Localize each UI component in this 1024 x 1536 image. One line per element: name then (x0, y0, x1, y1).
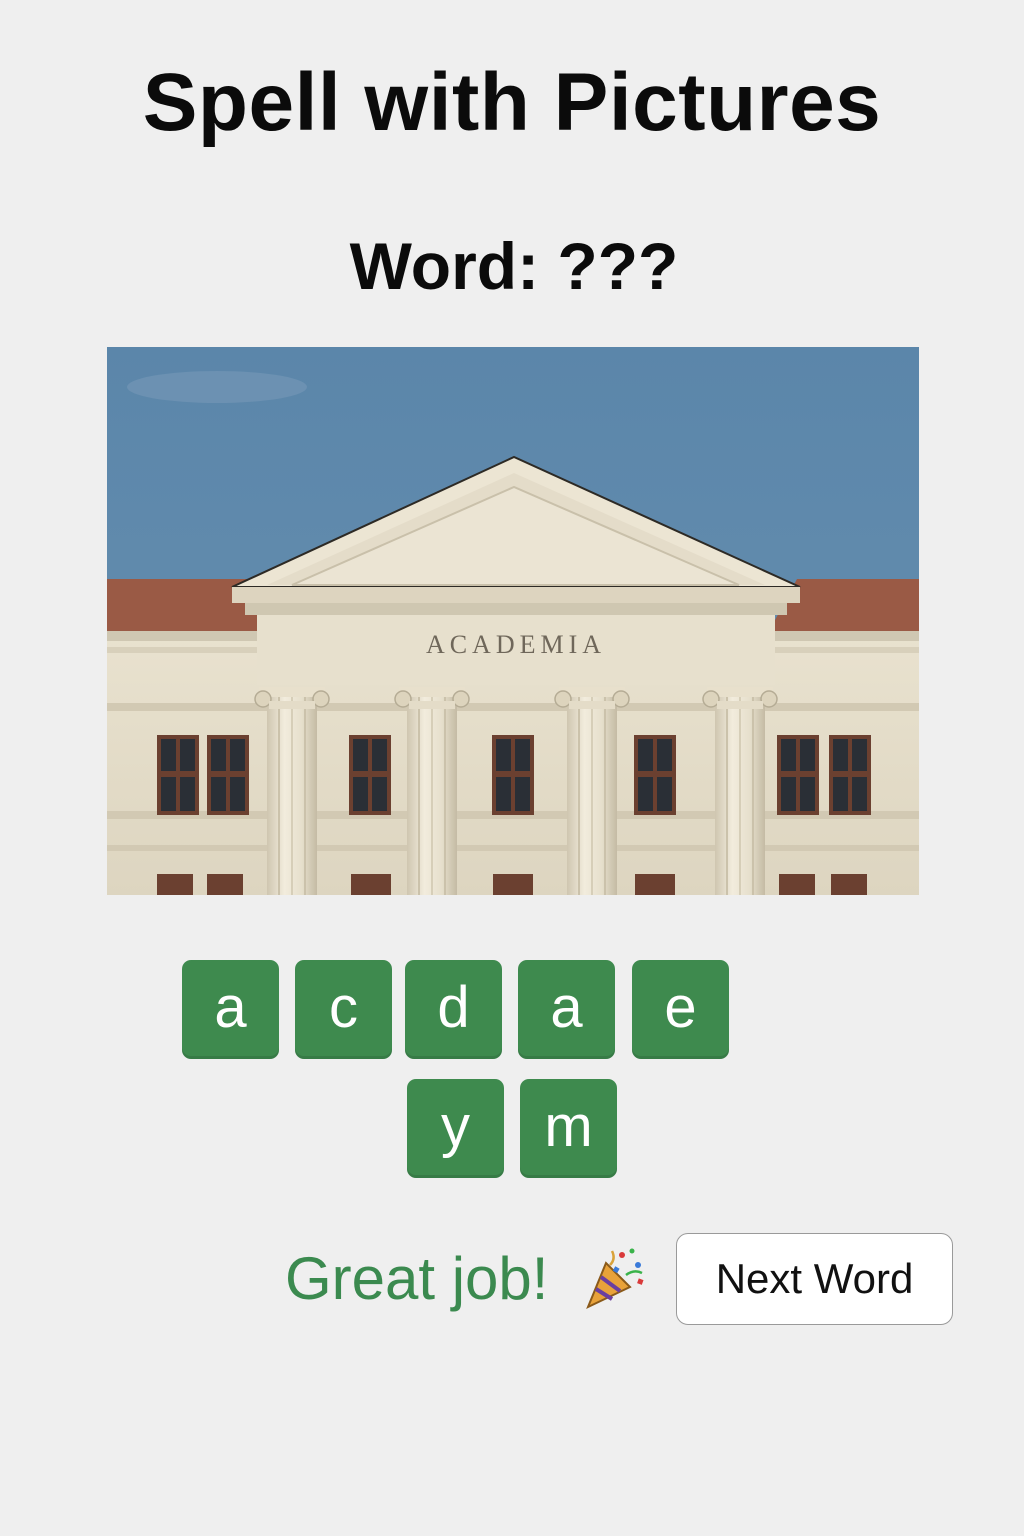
game-screen: Spell with Pictures Word: ??? ACADEMIA a… (0, 0, 1024, 1536)
letter-tile[interactable]: y (407, 1079, 504, 1178)
letter-tile[interactable]: e (632, 960, 729, 1059)
party-popper-icon (586, 1248, 644, 1310)
app-title: Spell with Pictures (142, 57, 882, 148)
letter-tile[interactable]: a (182, 960, 279, 1059)
letter-tile-label: y (441, 1094, 470, 1159)
letter-tile-label: d (437, 975, 470, 1040)
letter-tile[interactable]: m (520, 1079, 617, 1178)
letter-tile-label: a (550, 975, 583, 1040)
letter-tile-label: e (664, 975, 697, 1040)
next-word-button[interactable]: Next Word (676, 1233, 953, 1325)
letter-tile[interactable]: a (518, 960, 615, 1059)
letter-tile[interactable]: c (295, 960, 392, 1059)
letter-tile-label: a (214, 975, 247, 1040)
letter-tile[interactable]: d (405, 960, 502, 1059)
success-message: Great job! (285, 1245, 549, 1312)
letter-tile-label: c (329, 975, 358, 1040)
word-prompt: Word: ??? (349, 229, 679, 303)
puzzle-picture: ACADEMIA (107, 347, 919, 895)
svg-text:ACADEMIA: ACADEMIA (426, 630, 606, 659)
letter-tile-label: m (544, 1094, 593, 1159)
